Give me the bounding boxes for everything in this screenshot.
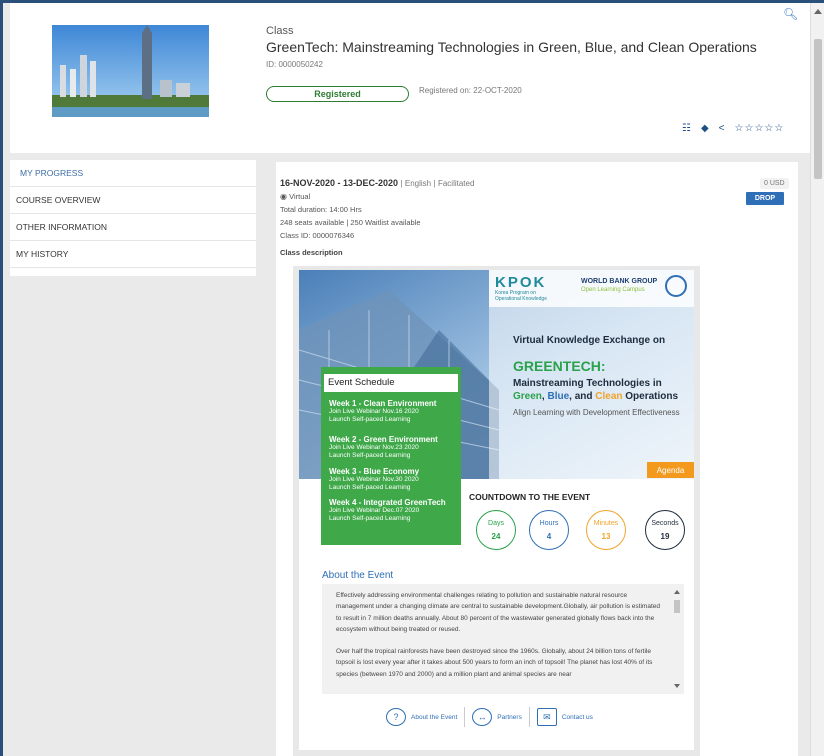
world-bank-logo-text: WORLD BANK GROUP [581, 278, 658, 285]
countdown-days: Days 24 [476, 510, 516, 550]
tag-icon[interactable]: ◆ [701, 123, 709, 134]
class-title: GreenTech: Mainstreaming Technologies in… [266, 39, 757, 55]
sidebar-item-my-history[interactable]: MY HISTORY [10, 241, 256, 268]
app-frame: Class GreenTech: Mainstreaming Technolog… [0, 0, 824, 756]
flyer-greentech-heading: GREENTECH: [513, 358, 606, 374]
sidebar-item-my-progress[interactable]: MY PROGRESS [10, 160, 256, 187]
price-badge: 0 USD [760, 178, 789, 189]
event-flyer: KPOK Korea Program on Operational Knowle… [293, 266, 700, 756]
offering-mode: Facilitated [437, 179, 475, 188]
open-learning-campus-text: Open Learning Campus [581, 287, 645, 293]
about-paragraph-2: Over half the tropical rainforests have … [336, 648, 653, 678]
info-icon: ? [386, 708, 406, 726]
footer-partners-link[interactable]: ↔ Partners [465, 708, 529, 726]
location-pin-icon: ◉ [280, 192, 287, 201]
world-bank-globe-icon [665, 275, 687, 297]
about-event-text: Effectively addressing environmental cha… [336, 590, 666, 680]
footer-contact-link[interactable]: ✉ Contact us [530, 708, 600, 726]
registration-date: Registered on: 22-OCT-2020 [419, 86, 522, 95]
about-scroll-up-icon[interactable] [674, 590, 680, 594]
countdown-minutes: Minutes 13 [586, 510, 626, 550]
contact-icon: ✉ [536, 708, 557, 726]
share-icon[interactable]: < [719, 123, 725, 134]
schedule-week-2: Week 2 - Green Environment Join Live Web… [329, 435, 438, 459]
sidebar-item-other-information[interactable]: OTHER INFORMATION [10, 214, 256, 241]
class-type-label: Class [266, 25, 294, 37]
offering-location: Virtual [289, 192, 311, 201]
event-schedule-title: Event Schedule [324, 374, 458, 392]
offering-dates: 16-NOV-2020 - 13-DEC-2020 [280, 178, 399, 188]
registered-status-badge: Registered [266, 86, 409, 102]
header-actions: ☷ ◆ < ☆☆☆☆☆ [682, 123, 784, 134]
window-left-border [0, 0, 3, 756]
about-scroll-down-icon[interactable] [674, 684, 680, 688]
class-description-label: Class description [280, 248, 343, 257]
offering-language: English [404, 179, 432, 188]
about-scroll-thumb[interactable] [674, 600, 680, 613]
agenda-tab[interactable]: Agenda [647, 462, 694, 478]
countdown-title: COUNTDOWN TO THE EVENT [469, 492, 591, 502]
class-header-card: Class GreenTech: Mainstreaming Technolog… [10, 3, 810, 153]
flyer-tagline: Align Learning with Development Effectiv… [513, 408, 680, 417]
waitlist-available: 250 Waitlist available [350, 218, 421, 227]
class-thumbnail [52, 25, 209, 117]
users-icon[interactable]: ☷ [682, 123, 691, 134]
location-row: ◉ Virtual [280, 192, 310, 201]
sidebar-item-course-overview[interactable]: COURSE OVERVIEW [10, 187, 256, 214]
class-id: ID: 0000050242 [266, 60, 323, 69]
offering-card: 16-NOV-2020 - 13-DEC-2020 | English | Fa… [276, 162, 798, 756]
page-scrollbar[interactable] [810, 3, 824, 756]
about-scrollbar[interactable] [671, 584, 684, 694]
flyer-logo-band: KPOK Korea Program on Operational Knowle… [489, 270, 694, 307]
flyer-subtitle-line2: Green, Blue, and Clean Operations [513, 391, 679, 402]
schedule-week-1: Week 1 - Clean Environment Join Live Web… [329, 399, 437, 423]
countdown-hours: Hours 4 [529, 510, 569, 550]
flyer-exchange-heading: Virtual Knowledge Exchange on [513, 335, 666, 346]
flyer-footer-nav: ? About the Event ↔ Partners ✉ Contact u… [379, 707, 600, 727]
drop-button[interactable]: DROP [746, 192, 784, 205]
schedule-week-4: Week 4 - Integrated GreenTech Join Live … [329, 498, 446, 522]
handshake-icon: ↔ [472, 708, 493, 726]
offering-class-id: Class ID: 0000076346 [280, 231, 355, 240]
offering-dates-row: 16-NOV-2020 - 13-DEC-2020 | English | Fa… [280, 178, 475, 188]
zoom-in-icon[interactable]: 🔍︎ [783, 7, 798, 21]
scroll-up-arrow-icon[interactable] [814, 9, 822, 14]
kpok-logo: KPOK [495, 274, 547, 291]
footer-about-link[interactable]: ? About the Event [379, 708, 464, 726]
flyer-subtitle-line1: Mainstreaming Technologies in [513, 378, 662, 389]
schedule-week-3: Week 3 - Blue Economy Join Live Webinar … [329, 467, 420, 491]
rating-stars[interactable]: ☆☆☆☆☆ [735, 123, 785, 134]
about-paragraph-1: Effectively addressing environmental cha… [336, 592, 660, 633]
seats-available: 248 seats available [280, 218, 345, 227]
offering-duration: Total duration: 14:00 Hrs [280, 205, 362, 214]
scroll-thumb[interactable] [814, 39, 822, 179]
seats-row: 248 seats available | 250 Waitlist avail… [280, 218, 421, 227]
countdown-seconds: Seconds 19 [645, 510, 685, 550]
event-flyer-inner: KPOK Korea Program on Operational Knowle… [299, 270, 694, 750]
kpok-subtitle: Korea Program on Operational Knowledge [495, 290, 547, 302]
about-event-heading: About the Event [322, 570, 394, 581]
event-schedule-panel: Event Schedule Week 1 - Clean Environmen… [321, 367, 461, 545]
about-event-scroll-box[interactable]: Effectively addressing environmental cha… [322, 584, 684, 694]
course-sidebar: MY PROGRESS COURSE OVERVIEW OTHER INFORM… [10, 160, 256, 276]
